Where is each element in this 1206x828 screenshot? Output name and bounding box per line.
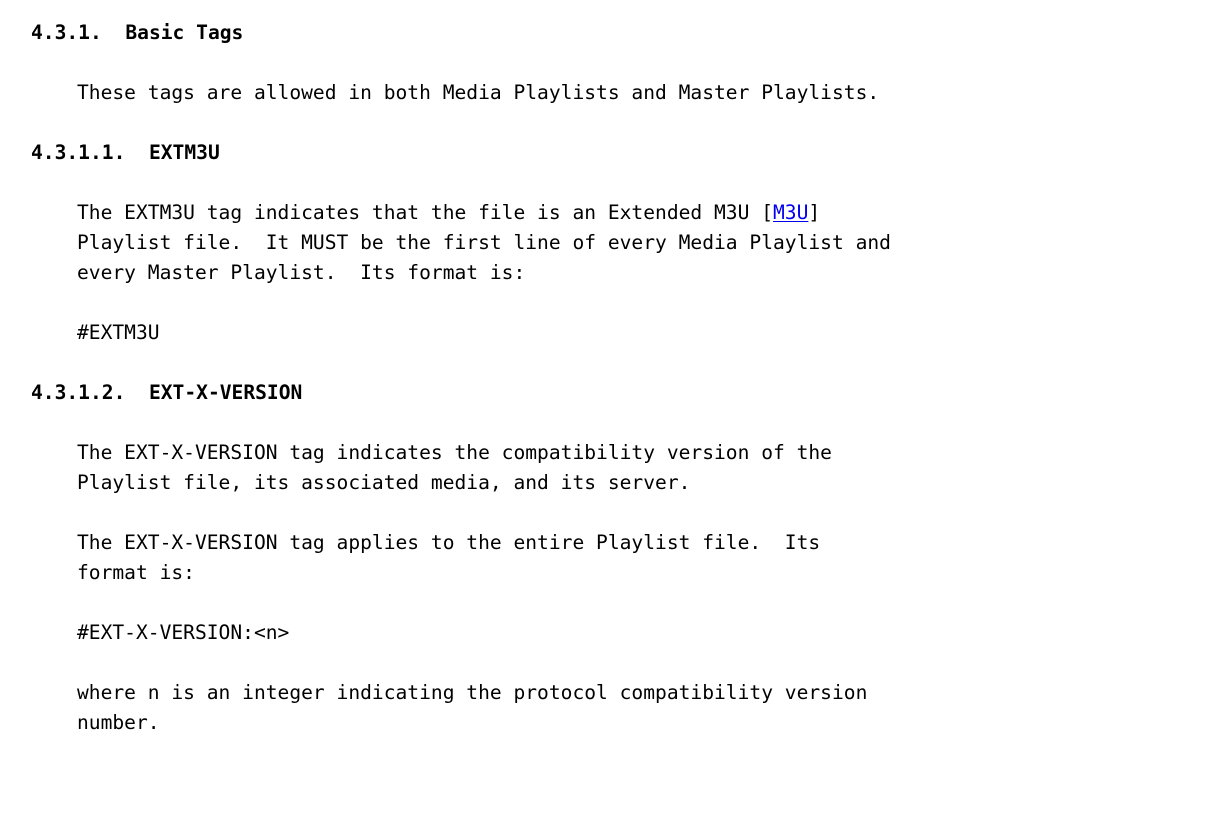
version-p2-line-2: format is: [77,561,195,584]
section-heading-4-3-1: 4.3.1. Basic Tags [31,21,244,44]
section-heading-4-3-1-1: 4.3.1.1. EXTM3U [31,141,220,164]
version-p1-line-1: The EXT-X-VERSION tag indicates the comp… [77,441,832,464]
extm3u-line-2: Playlist file. It MUST be the first line… [77,231,891,254]
version-p3-line-2: number. [77,711,160,734]
code-example-extm3u: #EXTM3U [77,321,160,344]
extm3u-text-before-link: The EXTM3U tag indicates that the file i… [77,201,773,224]
paragraph-version-applies: The EXT-X-VERSION tag applies to the ent… [77,528,820,588]
version-p3-line-1: where n is an integer indicating the pro… [77,681,868,704]
reference-link-m3u[interactable]: M3U [773,201,808,224]
code-example-ext-x-version: #EXT-X-VERSION:<n> [77,621,290,644]
section-heading-4-3-1-2: 4.3.1.2. EXT-X-VERSION [31,381,303,404]
paragraph-basic-tags-intro: These tags are allowed in both Media Pla… [77,81,880,104]
version-p2-line-1: The EXT-X-VERSION tag applies to the ent… [77,531,821,554]
paragraph-version-description: The EXT-X-VERSION tag indicates the comp… [77,438,832,498]
extm3u-line-3: every Master Playlist. Its format is: [77,261,526,284]
version-p1-line-2: Playlist file, its associated media, and… [77,471,691,494]
document-page: 4.3.1. Basic Tags These tags are allowed… [0,0,1206,828]
paragraph-version-integer-note: where n is an integer indicating the pro… [77,678,867,738]
paragraph-extm3u-description: The EXTM3U tag indicates that the file i… [77,198,891,288]
extm3u-text-after-link: ] [808,201,821,224]
